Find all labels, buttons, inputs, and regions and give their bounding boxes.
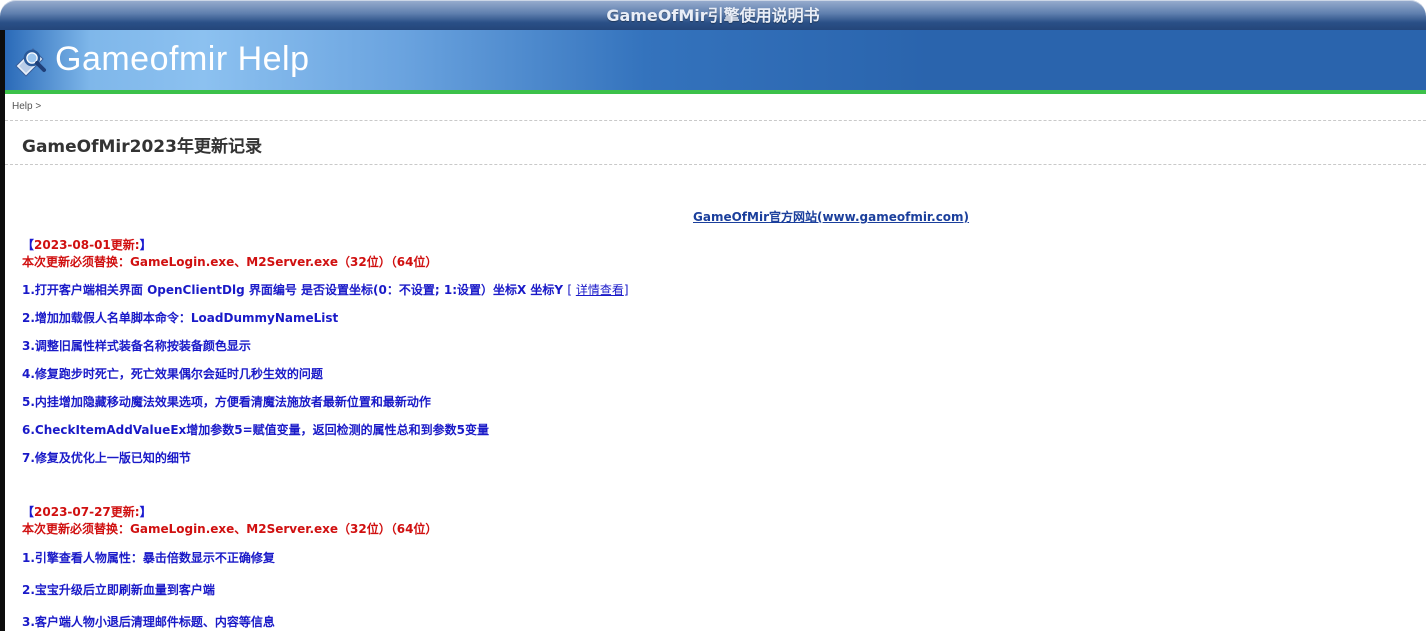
list-item: 3.调整旧属性样式装备名称按装备颜色显示	[22, 339, 251, 353]
date-text: 2023-08-01更新:	[34, 238, 140, 252]
breadcrumb: Help >	[5, 94, 1426, 121]
list-item: 2.增加加载假人名单脚本命令：LoadDummyNameList	[22, 311, 339, 325]
list-item: 3.客户端人物小退后清理邮件标题、内容等信息	[22, 615, 275, 629]
bracket-open: 【	[22, 505, 35, 519]
bracket-open: 【	[22, 238, 35, 252]
detail-wrapper: [ 详情查看]	[567, 283, 628, 297]
bracket-close: 】	[139, 238, 152, 252]
list-item: 4.修复跑步时死亡，死亡效果偶尔会延时几秒生效的问题	[22, 367, 323, 381]
section-date: 【2023-08-01更新:】	[22, 236, 152, 253]
section-replace-note: 本次更新必须替换：GameLogin.exe、M2Server.exe（32位）…	[22, 522, 438, 536]
list-item: 7.修复及优化上一版已知的细节	[22, 451, 191, 465]
list-item: 2.宝宝升级后立即刷新血量到客户端	[22, 583, 215, 597]
date-text: 2023-07-27更新:	[34, 505, 140, 519]
list-item: 6.CheckItemAddValueEx增加参数5=赋值变量，返回检测的属性总…	[22, 423, 490, 437]
item-text: 1.打开客户端相关界面 OpenClientDlg 界面编号 是否设置坐标(0：…	[22, 283, 564, 297]
window-title: GameOfMir引擎使用说明书	[606, 6, 820, 25]
detail-bracket-open: [	[567, 283, 576, 297]
help-banner: Gameofmir Help	[5, 30, 1426, 94]
browser-window: GameOfMir引擎使用说明书 Gameofmir Help Help > G…	[0, 0, 1426, 631]
magnifier-icon	[15, 48, 46, 77]
official-site-link[interactable]: GameOfMir官方网站(www.gameofmir.com)	[693, 208, 969, 225]
banner-title: Gameofmir Help	[55, 40, 310, 78]
section-replace-note: 本次更新必须替换：GameLogin.exe、M2Server.exe（32位）…	[22, 255, 438, 269]
page-header: GameOfMir2023年更新记录	[5, 121, 1426, 165]
detail-bracket-close: ]	[623, 283, 629, 297]
page-title: GameOfMir2023年更新记录	[22, 137, 262, 157]
list-item: 5.内挂增加隐藏移动魔法效果选项，方便看清魔法施放者最新位置和最新动作	[22, 395, 431, 409]
breadcrumb-help[interactable]: Help >	[12, 101, 41, 112]
list-item: 1.打开客户端相关界面 OpenClientDlg 界面编号 是否设置坐标(0：…	[22, 281, 629, 298]
list-item: 1.引擎查看人物属性：暴击倍数显示不正确修复	[22, 551, 275, 565]
section-date: 【2023-07-27更新:】	[22, 503, 152, 520]
window-titlebar[interactable]: GameOfMir引擎使用说明书	[0, 0, 1426, 30]
detail-link[interactable]: 详情查看	[576, 283, 624, 297]
bracket-close: 】	[139, 505, 152, 519]
